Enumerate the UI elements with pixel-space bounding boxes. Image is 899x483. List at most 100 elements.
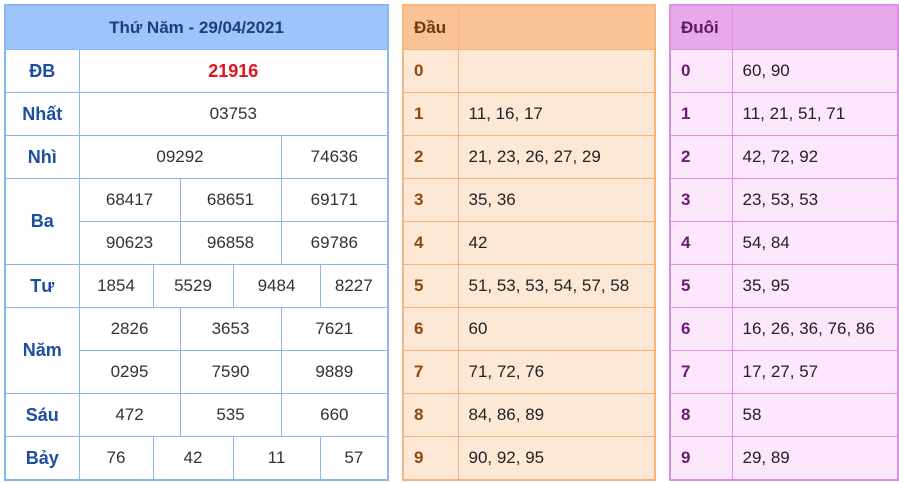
prize-number: 68651 — [179, 178, 282, 222]
dau-row: 1 11, 16, 17 — [402, 92, 656, 136]
prize-number: 90623 — [78, 221, 181, 265]
duoi-row: 8 58 — [669, 393, 899, 437]
dau-values: 42 — [457, 221, 656, 265]
prize-number: 9484 — [232, 264, 321, 308]
dau-values: 90, 92, 95 — [457, 436, 656, 481]
dau-values: 71, 72, 76 — [457, 350, 656, 394]
prize-number: 9889 — [280, 350, 389, 394]
duoi-values: 16, 26, 36, 76, 86 — [731, 307, 899, 351]
duoi-key: 5 — [669, 264, 733, 308]
duoi-values: 11, 21, 51, 71 — [731, 92, 899, 136]
duoi-key: 6 — [669, 307, 733, 351]
prize-label: Nhì — [4, 135, 80, 179]
dau-key: 0 — [402, 49, 459, 93]
duoi-values: 60, 90 — [731, 49, 899, 93]
dau-values: 11, 16, 17 — [457, 92, 656, 136]
prize-row-ba: Ba 68417 68651 69171 — [4, 178, 389, 265]
special-prize-number: 21916 — [78, 49, 389, 93]
dau-rows: 0 1 11, 16, 17 2 21, 23, 26, 27, 29 3 35, 36 4 4… — [402, 49, 656, 481]
prize-number: 535 — [179, 393, 282, 437]
duoi-key: 0 — [669, 49, 733, 93]
duoi-header-blank — [731, 4, 899, 50]
prize-number: 09292 — [78, 135, 282, 179]
prize-row-nhat: Nhất 03753 — [4, 92, 389, 136]
dau-header-blank — [457, 4, 656, 50]
dau-key: 5 — [402, 264, 459, 308]
duoi-key: 7 — [669, 350, 733, 394]
duoi-row: 1 11, 21, 51, 71 — [669, 92, 899, 136]
duoi-row: 6 16, 26, 36, 76, 86 — [669, 307, 899, 351]
dau-key: 8 — [402, 393, 459, 437]
duoi-rows: 0 60, 90 1 11, 21, 51, 71 2 42, 72, 92 3 23, 53… — [669, 49, 899, 481]
prize-number: 03753 — [78, 92, 389, 136]
prize-number: 3653 — [179, 307, 282, 351]
duoi-row: 9 29, 89 — [669, 436, 899, 481]
prize-number: 7590 — [179, 350, 282, 394]
duoi-values: 58 — [731, 393, 899, 437]
dau-values: 35, 36 — [457, 178, 656, 222]
dau-key: 4 — [402, 221, 459, 265]
dau-values: 84, 86, 89 — [457, 393, 656, 437]
duoi-row: 3 23, 53, 53 — [669, 178, 899, 222]
prize-label: Ba — [4, 178, 80, 265]
duoi-key: 9 — [669, 436, 733, 481]
duoi-header: Đuôi — [669, 4, 733, 50]
duoi-row: 5 35, 95 — [669, 264, 899, 308]
dau-key: 1 — [402, 92, 459, 136]
prize-number: 7621 — [280, 307, 389, 351]
dau-row: 2 21, 23, 26, 27, 29 — [402, 135, 656, 179]
dau-row: 3 35, 36 — [402, 178, 656, 222]
prize-row-tu: Tư 1854 5529 9484 8227 — [4, 264, 389, 308]
prize-row-nhi: Nhì 09292 74636 — [4, 135, 389, 179]
dau-row: 8 84, 86, 89 — [402, 393, 656, 437]
prize-number: 1854 — [78, 264, 154, 308]
dau-key: 2 — [402, 135, 459, 179]
duoi-values: 42, 72, 92 — [731, 135, 899, 179]
prize-number: 69171 — [280, 178, 389, 222]
dau-row: 6 60 — [402, 307, 656, 351]
duoi-values: 35, 95 — [731, 264, 899, 308]
duoi-key: 4 — [669, 221, 733, 265]
prize-row-db: ĐB 21916 — [4, 49, 389, 93]
prize-number: 660 — [280, 393, 389, 437]
prize-row-nam: Năm 2826 3653 7621 — [4, 307, 389, 394]
duoi-values: 54, 84 — [731, 221, 899, 265]
dau-row: 0 — [402, 49, 656, 93]
duoi-key: 1 — [669, 92, 733, 136]
duoi-row: 0 60, 90 — [669, 49, 899, 93]
duoi-row: 2 42, 72, 92 — [669, 135, 899, 179]
duoi-values: 29, 89 — [731, 436, 899, 481]
duoi-values: 23, 53, 53 — [731, 178, 899, 222]
duoi-key: 3 — [669, 178, 733, 222]
dau-values: 21, 23, 26, 27, 29 — [457, 135, 656, 179]
prize-number: 5529 — [152, 264, 234, 308]
prize-number: 76 — [78, 436, 154, 481]
duoi-key: 2 — [669, 135, 733, 179]
prize-number: 8227 — [319, 264, 389, 308]
prize-label: Nhất — [4, 92, 80, 136]
dau-row: 7 71, 72, 76 — [402, 350, 656, 394]
prize-label: Tư — [4, 264, 80, 308]
prize-number: 96858 — [179, 221, 282, 265]
duoi-row: 7 17, 27, 57 — [669, 350, 899, 394]
lottery-results-table: Thứ Năm - 29/04/2021 ĐB 21916 Nhất 03753… — [4, 4, 390, 481]
prize-number: 0295 — [78, 350, 181, 394]
prize-number: 68417 — [78, 178, 181, 222]
results-date-header: Thứ Năm - 29/04/2021 — [4, 4, 389, 50]
dau-key: 7 — [402, 350, 459, 394]
prize-number: 11 — [232, 436, 321, 481]
prize-number: 74636 — [280, 135, 389, 179]
prize-row-bay: Bảy 76 42 11 57 — [4, 436, 389, 481]
dau-key: 6 — [402, 307, 459, 351]
prize-label: ĐB — [4, 49, 80, 93]
prize-number: 42 — [152, 436, 234, 481]
dau-values — [457, 49, 656, 93]
prize-number: 472 — [78, 393, 181, 437]
dau-row: 5 51, 53, 53, 54, 57, 58 — [402, 264, 656, 308]
dau-row: 4 42 — [402, 221, 656, 265]
prize-label: Năm — [4, 307, 80, 394]
duoi-key: 8 — [669, 393, 733, 437]
dau-key: 3 — [402, 178, 459, 222]
prize-number: 57 — [319, 436, 389, 481]
duoi-values: 17, 27, 57 — [731, 350, 899, 394]
